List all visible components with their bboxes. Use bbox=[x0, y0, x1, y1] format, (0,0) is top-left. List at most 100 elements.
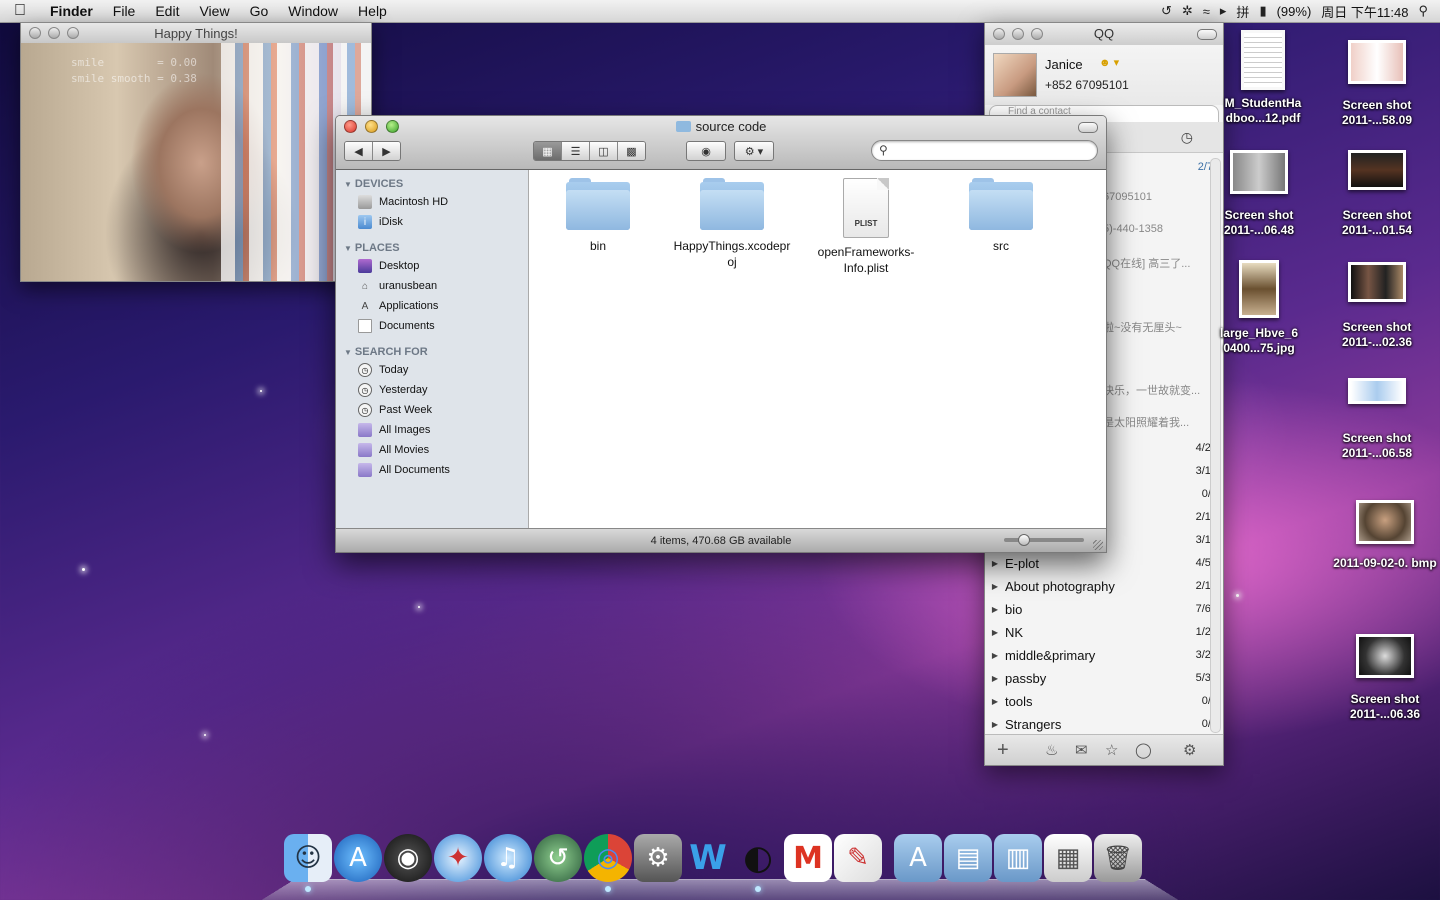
qq-scrollbar[interactable] bbox=[1210, 158, 1221, 733]
desktop-icon-screenshot[interactable]: Screen shot 2011-...06.48 bbox=[1204, 150, 1314, 238]
qq-group-bio[interactable]: ▶ bio 7/63 bbox=[985, 598, 1223, 620]
system-preferences-icon[interactable]: ⚙ bbox=[634, 834, 682, 882]
sidebar-item-today[interactable]: ◷ Today bbox=[336, 360, 528, 380]
list-view-button[interactable]: ☰ bbox=[562, 142, 590, 160]
sidebar-item-applications[interactable]: A Applications bbox=[336, 296, 528, 316]
documents-stack-icon[interactable]: ▤ bbox=[944, 834, 992, 882]
time-machine-icon[interactable]: ↺ bbox=[534, 834, 582, 882]
safari-icon[interactable]: ✦ bbox=[434, 834, 482, 882]
battery-icon[interactable]: ▮ bbox=[1259, 3, 1266, 19]
disclosure-triangle-icon[interactable]: ▶ bbox=[985, 582, 1005, 591]
time-machine-status-icon[interactable]: ↺ bbox=[1161, 3, 1172, 19]
desktop-icon-screenshot[interactable]: Screen shot 2011-...02.36 bbox=[1322, 262, 1432, 350]
mail-icon[interactable]: ✉ bbox=[1075, 741, 1088, 759]
camera-window-titlebar[interactable]: Happy Things! bbox=[21, 23, 371, 43]
dashboard-icon[interactable]: ◉ bbox=[384, 834, 432, 882]
bluetooth-icon[interactable]: ✲ bbox=[1182, 3, 1193, 19]
gmail-notifier-icon[interactable]: M bbox=[784, 834, 832, 882]
back-button[interactable]: ◀ bbox=[345, 142, 373, 160]
file-item-xcodeproj[interactable]: HappyThings.xcodeproj bbox=[672, 178, 792, 270]
menu-view[interactable]: View bbox=[189, 3, 239, 19]
disclosure-triangle-icon[interactable]: ▶ bbox=[985, 697, 1005, 706]
battery-percent[interactable]: (99%) bbox=[1277, 4, 1312, 19]
disclosure-triangle-icon[interactable]: ▼ bbox=[344, 241, 352, 257]
sidebar-item-all-images[interactable]: All Images bbox=[336, 420, 528, 440]
icon-view-button[interactable]: ▦ bbox=[534, 142, 562, 160]
qq-group-tools[interactable]: ▶tools0/4 bbox=[985, 690, 1223, 712]
menu-app-name[interactable]: Finder bbox=[40, 3, 103, 19]
menu-help[interactable]: Help bbox=[348, 3, 397, 19]
qq-titlebar[interactable]: QQ bbox=[985, 23, 1223, 45]
sidebar-item-home[interactable]: ⌂ uranusbean bbox=[336, 276, 528, 296]
avatar[interactable] bbox=[993, 53, 1037, 97]
desktop-icon-bmp[interactable]: 2011-09-02-0. bmp bbox=[1330, 500, 1440, 571]
sidebar-item-macintosh-hd[interactable]: Macintosh HD bbox=[336, 192, 528, 212]
desktop-icon-screenshot[interactable]: Screen shot 2011-...58.09 bbox=[1322, 40, 1432, 128]
file-item-bin[interactable]: bin bbox=[538, 178, 658, 254]
action-button[interactable]: ⚙ ▾ bbox=[734, 141, 774, 161]
textedit-icon[interactable]: ✎ bbox=[834, 834, 882, 882]
disclosure-triangle-icon[interactable]: ▼ bbox=[344, 177, 352, 193]
app-store-icon[interactable]: A bbox=[334, 834, 382, 882]
desktop-icon-screenshot[interactable]: Screen shot 2011-...06.36 bbox=[1330, 634, 1440, 722]
volume-icon[interactable]: ▸ bbox=[1220, 3, 1227, 19]
disclosure-triangle-icon[interactable]: ▶ bbox=[985, 674, 1005, 683]
recent-contacts-clock-icon[interactable]: ◷ bbox=[1181, 129, 1193, 146]
wifi-icon[interactable]: ≈ bbox=[1203, 4, 1210, 19]
sidebar-item-all-documents[interactable]: All Documents bbox=[336, 460, 528, 480]
menu-file[interactable]: File bbox=[103, 3, 146, 19]
sidebar-item-all-movies[interactable]: All Movies bbox=[336, 440, 528, 460]
qq-user-name[interactable]: Janice bbox=[1045, 57, 1083, 72]
coverflow-view-button[interactable]: ▩ bbox=[618, 142, 645, 160]
sidebar-item-past-week[interactable]: ◷ Past Week bbox=[336, 400, 528, 420]
quick-look-button[interactable]: ◉ bbox=[686, 141, 726, 161]
qq-group-middle-primary[interactable]: ▶ middle&primary 3/27 bbox=[985, 644, 1223, 666]
word-icon[interactable]: W bbox=[684, 834, 732, 882]
desktop-icon-jpg[interactable]: large_Hbve_6 0400...75.jpg bbox=[1204, 260, 1314, 356]
chrome-icon[interactable]: ◎ bbox=[584, 834, 632, 892]
add-contact-icon[interactable]: + bbox=[997, 739, 1009, 762]
qq-group-passby[interactable]: ▶ passby 5/36 bbox=[985, 667, 1223, 689]
column-view-button[interactable]: ◫ bbox=[590, 142, 618, 160]
disclosure-triangle-icon[interactable]: ▶ bbox=[985, 559, 1005, 568]
menu-edit[interactable]: Edit bbox=[145, 3, 189, 19]
desktop-icon-screenshot[interactable]: Screen shot 2011-...01.54 bbox=[1322, 150, 1432, 238]
disclosure-triangle-icon[interactable]: ▶ bbox=[985, 651, 1005, 660]
disclosure-triangle-icon[interactable]: ▶ bbox=[985, 720, 1005, 729]
file-item-src[interactable]: src bbox=[941, 178, 1061, 254]
menu-window[interactable]: Window bbox=[278, 3, 348, 19]
resize-grip[interactable] bbox=[1093, 540, 1103, 550]
input-method-icon[interactable]: 拼 bbox=[1236, 2, 1249, 21]
qq-group-nk[interactable]: ▶ NK 1/24 bbox=[985, 621, 1223, 643]
sound-icon[interactable]: ♨ bbox=[1045, 741, 1058, 759]
disclosure-triangle-icon[interactable]: ▼ bbox=[344, 345, 352, 361]
sidebar-item-yesterday[interactable]: ◷ Yesterday bbox=[336, 380, 528, 400]
menu-go[interactable]: Go bbox=[240, 3, 279, 19]
gear-icon[interactable]: ⚙ bbox=[1183, 741, 1196, 759]
favorite-icon[interactable]: ☆ bbox=[1105, 741, 1118, 759]
sidebar-header-search-for[interactable]: ▼ SEARCH FOR bbox=[336, 344, 528, 360]
desktop-icon-pdf[interactable]: M_StudentHa dboo...12.pdf bbox=[1208, 30, 1318, 126]
finder-icon[interactable]: ☺ bbox=[284, 834, 332, 892]
itunes-icon[interactable]: ♫ bbox=[484, 834, 532, 882]
status-smiley-icon[interactable]: ☻ ▾ bbox=[1099, 56, 1119, 69]
qq-group-strangers[interactable]: ▶Strangers0/0 bbox=[985, 713, 1223, 735]
forward-button[interactable]: ▶ bbox=[373, 142, 400, 160]
applications-stack-icon[interactable]: A bbox=[894, 834, 942, 882]
sidebar-header-devices[interactable]: ▼ DEVICES bbox=[336, 176, 528, 192]
preview-stack-icon[interactable]: ▦ bbox=[1044, 834, 1092, 882]
qq-group-e-plot[interactable]: ▶ E-plot 4/50 bbox=[985, 552, 1223, 574]
zoom-button[interactable] bbox=[67, 27, 79, 39]
spotlight-icon[interactable]: ⚲ bbox=[1418, 3, 1428, 19]
icon-size-slider[interactable] bbox=[1004, 534, 1084, 546]
disclosure-triangle-icon[interactable]: ▶ bbox=[985, 628, 1005, 637]
search-input[interactable]: ⚲ bbox=[871, 140, 1098, 161]
apple-menu-icon[interactable]:  bbox=[0, 2, 40, 20]
toolbar-toggle-button[interactable] bbox=[1078, 122, 1098, 133]
sidebar-item-desktop[interactable]: Desktop bbox=[336, 256, 528, 276]
minimize-button[interactable] bbox=[48, 27, 60, 39]
disclosure-triangle-icon[interactable]: ▶ bbox=[985, 605, 1005, 614]
trash-icon[interactable]: 🗑 bbox=[1094, 834, 1142, 882]
file-item-plist[interactable]: PLIST openFrameworks-Info.plist bbox=[806, 178, 926, 276]
desktop-icon-screenshot[interactable]: Screen shot 2011-...06.58 bbox=[1322, 378, 1432, 461]
